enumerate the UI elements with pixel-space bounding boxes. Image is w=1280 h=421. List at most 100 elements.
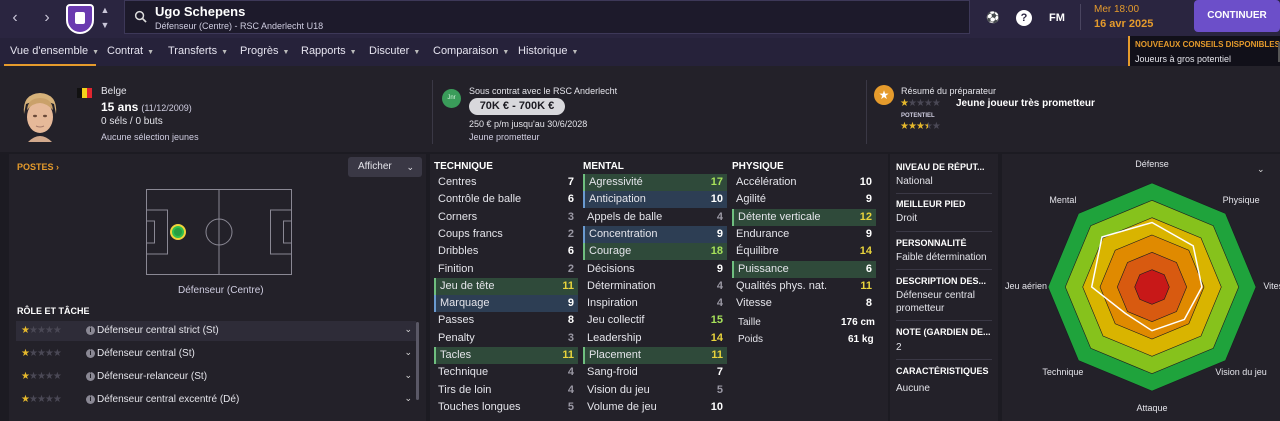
potential-stars: ★★★★★	[900, 121, 941, 132]
attribute-row[interactable]: Penalty 3	[434, 330, 578, 347]
info-icon[interactable]: i	[86, 372, 95, 381]
attribute-row[interactable]: Volume de jeu 10	[583, 399, 727, 416]
chevron-down-icon: ▼	[92, 49, 100, 56]
divider	[866, 80, 867, 144]
attribute-row[interactable]: Jeu de tête 11	[434, 277, 578, 295]
tab-discuss[interactable]: Discuter ▼	[369, 45, 420, 57]
attribute-row[interactable]: Tacles 11	[434, 347, 578, 364]
scrollbar[interactable]	[416, 322, 419, 400]
attribute-row[interactable]: Tirs de loin 4	[434, 382, 578, 399]
attribute-row[interactable]: Décisions 9	[583, 261, 727, 278]
attribute-row[interactable]: Vision du jeu 5	[583, 382, 727, 399]
player-status: Jeune prometteur	[469, 132, 540, 142]
chevron-down-icon[interactable]: ⌄	[404, 347, 412, 358]
player-search-box[interactable]: Ugo Schepens Défenseur (Centre) - RSC An…	[124, 0, 970, 34]
role-row[interactable]: ★★★★★ i Défenseur central strict (St) ⌄	[16, 321, 416, 341]
attribute-row[interactable]: Centres 7	[434, 174, 578, 191]
attribute-row[interactable]: Appels de balle 4	[583, 209, 727, 226]
attribute-value: 5	[567, 400, 574, 413]
attribute-value: 8	[865, 297, 872, 310]
show-dropdown[interactable]: Afficher ⌄	[348, 157, 422, 177]
attribute-row[interactable]: Passes 8	[434, 312, 578, 329]
attribute-row[interactable]: Vitesse 8	[732, 295, 876, 312]
attribute-row[interactable]: Anticipation 10	[583, 191, 727, 209]
chevron-up-icon[interactable]: ▲	[99, 5, 111, 17]
attribute-row[interactable]: Endurance 9	[732, 226, 876, 243]
foot-value: Droit	[896, 213, 918, 224]
attribute-row[interactable]: Courage 18	[583, 243, 727, 261]
attribute-row[interactable]: Corners 3	[434, 209, 578, 226]
tab-history[interactable]: Historique ▼	[518, 45, 578, 57]
attribute-row[interactable]: Touches longues 5	[434, 399, 578, 416]
attribute-row[interactable]: Sang-froid 7	[583, 364, 727, 381]
tab-overview[interactable]: Vue d'ensemble ▼	[10, 45, 99, 57]
attribute-name: Courage	[589, 245, 632, 258]
chevron-down-icon: ▼	[221, 49, 229, 56]
advice-notification[interactable]: NOUVEAUX CONSEILS DISPONIBLES Joueurs à …	[1128, 36, 1280, 67]
attribute-name: Accélération	[736, 176, 797, 188]
forward-icon[interactable]: ›	[36, 8, 58, 28]
attribute-value: 8	[567, 314, 574, 327]
role-row[interactable]: ★★★★★ i Défenseur central (St) ⌄	[16, 344, 416, 364]
attribute-row[interactable]: Jeu collectif 15	[583, 312, 727, 329]
club-crest-icon[interactable]	[66, 4, 94, 34]
belgium-flag-icon	[77, 88, 92, 98]
info-icon[interactable]: i	[86, 326, 95, 335]
tab-progress[interactable]: Progrès ▼	[240, 45, 289, 57]
tab-reports[interactable]: Rapports ▼	[301, 45, 357, 57]
attribute-row[interactable]: Puissance 6	[732, 260, 876, 278]
attribute-row[interactable]: Agressivité 17	[583, 174, 727, 191]
back-icon[interactable]: ‹	[4, 8, 26, 28]
info-icon[interactable]: i	[86, 395, 95, 404]
help-icon[interactable]: ?	[1016, 10, 1032, 26]
ability-stars: ★★★★★	[900, 98, 941, 109]
chevron-down-icon: ▼	[282, 49, 290, 56]
chevron-down-icon[interactable]: ⌄	[404, 393, 412, 404]
tab-contract[interactable]: Contrat ▼	[107, 45, 154, 57]
chevron-down-icon[interactable]: ⌄	[404, 370, 412, 381]
attribute-name: Inspiration	[587, 297, 638, 310]
attribute-row[interactable]: Détermination 4	[583, 278, 727, 295]
attribute-row[interactable]: Qualités phys. nat. 11	[732, 278, 876, 295]
attribute-row[interactable]: Concentration 9	[583, 225, 727, 243]
attribute-row[interactable]: Détente verticale 12	[732, 208, 876, 226]
attribute-row[interactable]: Technique 4	[434, 364, 578, 381]
chevron-down-icon[interactable]: ⌄	[404, 324, 412, 335]
attribute-value: 6	[567, 245, 574, 258]
attribute-row[interactable]: Dribbles 6	[434, 243, 578, 260]
role-row[interactable]: ★★★★★ i Défenseur-relanceur (St) ⌄	[16, 367, 416, 387]
attribute-name: Concentration	[589, 227, 658, 240]
attribute-row[interactable]: Marquage 9	[434, 295, 578, 313]
radar-axis-label: Physique	[1222, 194, 1260, 205]
attribute-value: 14	[859, 245, 872, 258]
attribute-value: 10	[710, 193, 723, 206]
attribute-name: Leadership	[587, 331, 642, 344]
tab-transfers[interactable]: Transferts ▼	[168, 45, 228, 57]
attribute-row[interactable]: Inspiration 4	[583, 295, 727, 312]
fm-menu-button[interactable]: FM	[1046, 9, 1068, 27]
attribute-row[interactable]: Contrôle de balle 6	[434, 191, 578, 208]
football-icon[interactable]: ⚽	[984, 9, 1002, 27]
player-face-avatar	[23, 93, 57, 142]
attribute-row[interactable]: Finition 2	[434, 261, 578, 278]
attribute-row[interactable]: Leadership 14	[583, 330, 727, 347]
attribute-row[interactable]: Coups francs 2	[434, 226, 578, 243]
attribute-row[interactable]: Accélération 10	[732, 174, 876, 191]
info-icon[interactable]: i	[86, 349, 95, 358]
foot-title: MEILLEUR PIED	[896, 199, 966, 209]
physique-title: PHYSIQUE	[732, 161, 784, 172]
attribute-row[interactable]: Agilité 9	[732, 191, 876, 208]
attribute-row[interactable]: Équilibre 14	[732, 243, 876, 260]
attribute-name: Marquage	[440, 297, 490, 310]
attribute-name: Agilité	[736, 193, 766, 206]
search-icon	[134, 10, 147, 23]
role-row[interactable]: ★★★★★ i Défenseur central excentré (Dé) ⌄	[16, 390, 416, 410]
role-stars: ★★★★★	[21, 394, 62, 405]
continue-button[interactable]: CONTINUER	[1194, 0, 1280, 32]
positions-title[interactable]: POSTES ›	[17, 162, 59, 172]
chevron-down-icon[interactable]: ▼	[99, 20, 111, 32]
description-title: DESCRIPTION DES...	[896, 276, 987, 286]
attribute-row[interactable]: Placement 11	[583, 347, 727, 364]
attribute-value: 3	[567, 331, 574, 344]
tab-comparison[interactable]: Comparaison ▼	[433, 45, 509, 57]
